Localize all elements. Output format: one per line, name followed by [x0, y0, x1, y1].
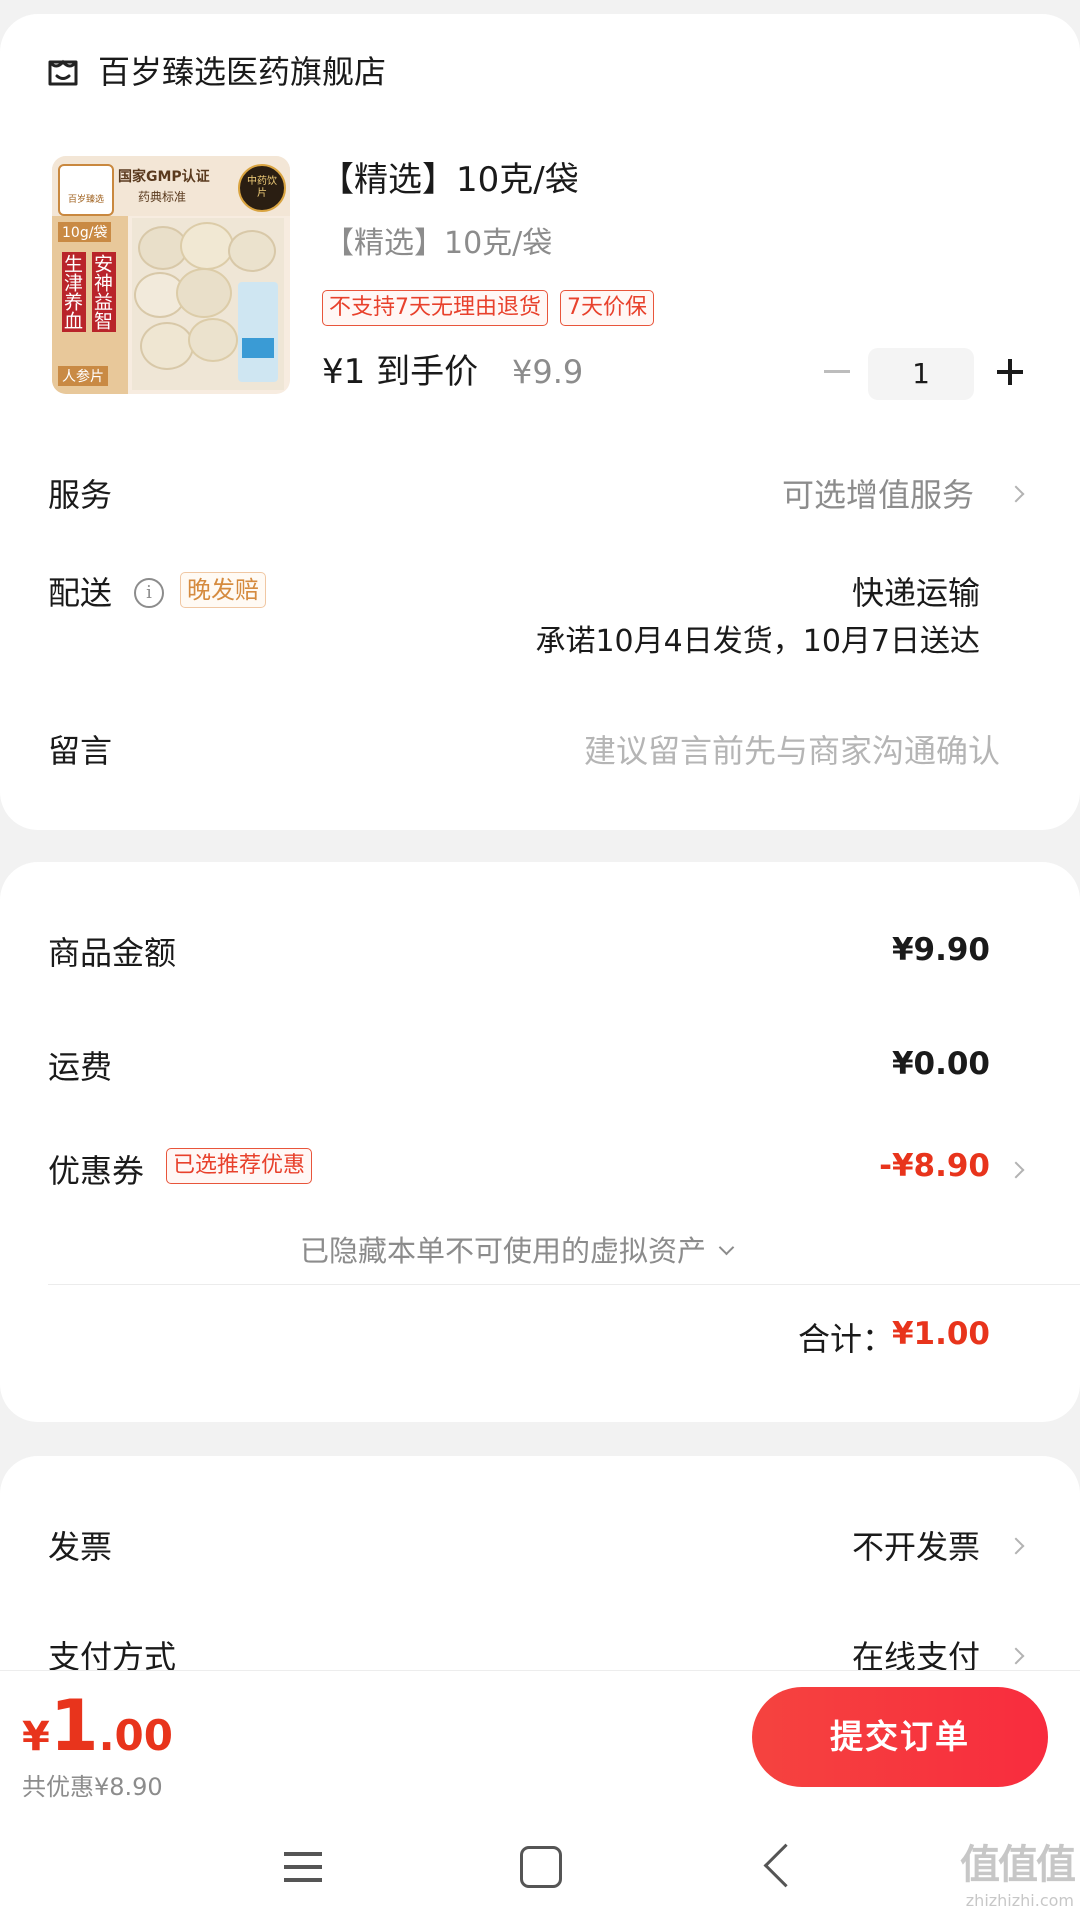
delivery-promise: 承诺10月4日发货，10月7日送达 [535, 624, 980, 659]
invoice-label: 发票 [48, 1528, 113, 1566]
quantity-decrease-button[interactable] [818, 354, 854, 390]
coupon-value: -¥8.90 [879, 1148, 990, 1184]
checkout-bar: ¥1.00 共优惠¥8.90 提交订单 [0, 1670, 1080, 1821]
menu-icon[interactable] [284, 1850, 324, 1884]
delivery-label: 配送 [48, 574, 113, 612]
store-name[interactable]: 百岁臻选医药旗舰店 [98, 50, 386, 94]
quantity-input[interactable]: 1 [868, 348, 974, 400]
price-protect-tag: 7天价保 [560, 290, 654, 326]
chevron-right-icon [1007, 1537, 1025, 1555]
total-value: ¥1.00 [891, 1316, 990, 1352]
store-icon [48, 59, 78, 86]
coupon-row[interactable]: 优惠券 已选推荐优惠 -¥8.90 [0, 1132, 1080, 1202]
service-value: 可选增值服务 [781, 476, 974, 514]
invoice-value: 不开发票 [851, 1528, 980, 1566]
final-price: ¥1 到手价 [322, 352, 479, 392]
price-summary-card: 商品金额 ¥9.90 运费 ¥0.00 优惠券 已选推荐优惠 -¥8.90 已隐… [0, 862, 1080, 1422]
shipping-value: ¥0.00 [891, 1046, 990, 1082]
quantity-increase-button[interactable] [992, 354, 1028, 390]
hidden-assets-text: 已隐藏本单不可使用的虚拟资产 [300, 1234, 707, 1268]
info-icon[interactable]: i [134, 578, 164, 608]
invoice-row[interactable]: 发票 不开发票 [0, 1510, 1080, 1580]
store-header[interactable]: 百岁臻选医药旗舰店 [46, 50, 646, 94]
shipping-label: 运费 [48, 1048, 113, 1086]
home-icon[interactable] [520, 1846, 562, 1888]
message-row[interactable]: 留言 建议留言前先与商家沟通确认 [0, 714, 1080, 794]
submit-order-label: 提交订单 [830, 1717, 970, 1756]
product-title[interactable]: 【精选】10克/袋 [320, 158, 579, 202]
goods-amount-label: 商品金额 [48, 934, 177, 972]
delivery-row: 配送 i 晚发赔 快递运输 承诺10月4日发货，10月7日送达 [0, 562, 1080, 682]
delivery-method: 快递运输 [851, 574, 980, 612]
total-label: 合计： [797, 1320, 894, 1358]
original-price: ¥9.9 [512, 353, 584, 391]
goods-amount-value: ¥9.90 [891, 932, 990, 968]
chevron-down-icon [718, 1239, 735, 1256]
product-image[interactable]: 百岁臻选 国家GMP认证 药典标准 中药饮片 10g/袋 生津养血 安神益智 人… [52, 156, 290, 394]
brand-logo: 百岁臻选 [58, 164, 114, 216]
coupon-selected-tag: 已选推荐优惠 [166, 1148, 313, 1184]
message-input[interactable]: 建议留言前先与商家沟通确认 [584, 726, 1000, 772]
divider [48, 1284, 1080, 1285]
watermark-logo: 值值值 [960, 1842, 1076, 1888]
message-label: 留言 [48, 732, 113, 770]
order-item-card: 百岁臻选医药旗舰店 百岁臻选 国家GMP认证 药典标准 中药饮片 10g/袋 生… [0, 14, 1080, 830]
bottom-total-price: ¥1.00 [22, 1685, 173, 1767]
chevron-right-icon [1007, 1647, 1025, 1665]
system-nav-bar: 值值值 zhizhizhi.com [0, 1820, 1080, 1925]
quantity-value: 1 [912, 357, 930, 390]
total-discount: 共优惠¥8.90 [22, 1773, 163, 1801]
hidden-assets-toggle[interactable]: 已隐藏本单不可使用的虚拟资产 [300, 1226, 800, 1276]
service-label: 服务 [48, 476, 113, 514]
chevron-right-icon [1007, 485, 1025, 503]
coupon-label: 优惠券 [48, 1152, 145, 1190]
product-spec[interactable]: 【精选】10克/袋 [324, 224, 552, 264]
submit-order-button[interactable]: 提交订单 [752, 1687, 1048, 1787]
late-compensation-tag: 晚发赔 [180, 572, 266, 608]
seal-badge: 中药饮片 [238, 164, 286, 212]
no-return-tag: 不支持7天无理由退货 [322, 290, 548, 326]
watermark: 值值值 zhizhizhi.com [934, 1840, 1076, 1920]
service-row[interactable]: 服务 可选增值服务 [0, 454, 1080, 534]
watermark-url: zhizhizhi.com [965, 1891, 1074, 1910]
chevron-right-icon [1007, 1161, 1025, 1179]
back-icon[interactable] [763, 1843, 808, 1888]
